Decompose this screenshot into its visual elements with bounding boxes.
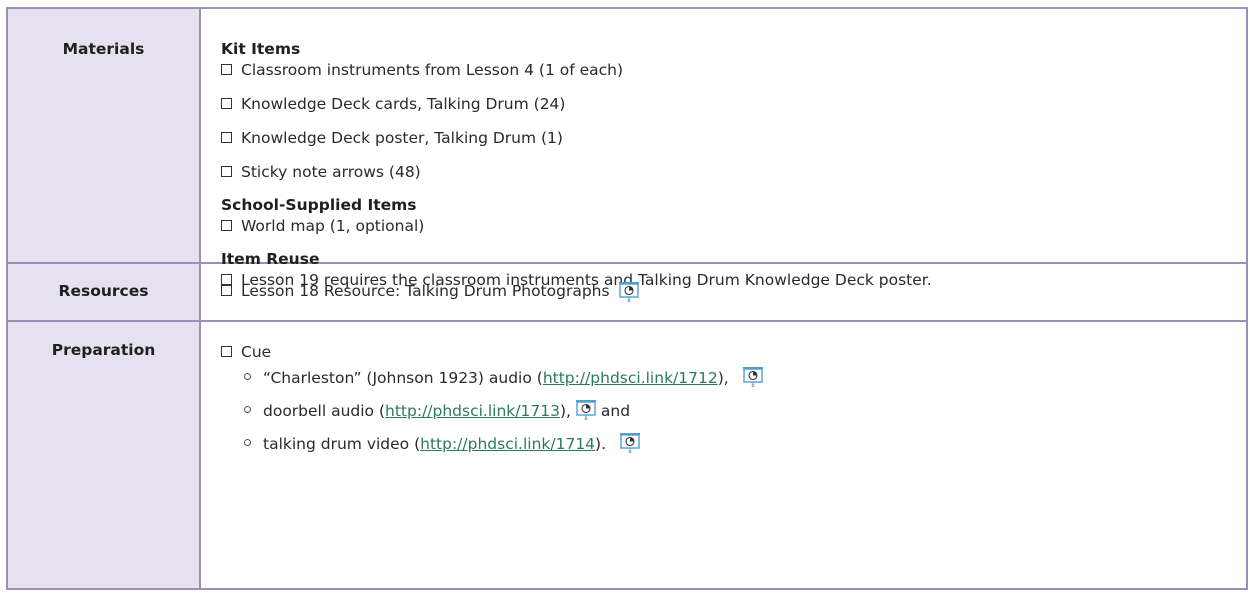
preparation-label: Preparation [8,322,201,588]
resources-label: Resources [8,264,201,320]
school-supplied-item[interactable]: World map (1, optional) [221,215,1230,249]
resource-item-text: Lesson 18 Resource: Talking Drum Photogr… [241,282,610,300]
sub-item-suffix: ), [717,369,729,387]
resources-content: Lesson 18 Resource: Talking Drum Photogr… [201,264,1246,320]
cue-item[interactable]: Cue [221,341,1230,366]
kit-item-text: Sticky note arrows (48) [241,163,421,181]
kit-items-title: Kit Items [221,40,301,58]
bullet-icon [244,373,251,380]
sub-item-trail: and [600,402,631,420]
school-supplied-item-text: World map (1, optional) [241,217,425,235]
sub-item-suffix: ), [559,402,571,420]
sub-item-prefix: talking drum video ( [263,435,421,453]
cue-sub-item: “Charleston” (Johnson 1923) audio (http:… [221,366,1230,399]
checkbox[interactable] [221,220,232,231]
resource-item[interactable]: Lesson 18 Resource: Talking Drum Photogr… [221,280,1230,302]
kit-item-text: Knowledge Deck cards, Talking Drum (24) [241,95,566,113]
school-supplied-title: School-Supplied Items [221,196,417,214]
preparation-row: Preparation Cue “Charleston” (Johnson 19… [8,320,1246,588]
cue-sub-item-text: “Charleston” (Johnson 1923) audio (http:… [263,366,764,388]
sub-item-suffix: ). [595,435,607,453]
audio-link[interactable]: http://phdsci.link/1712 [543,369,718,387]
cue-text: Cue [241,343,272,361]
sub-item-prefix: “Charleston” (Johnson 1923) audio ( [263,369,543,387]
kit-item-text: Knowledge Deck poster, Talking Drum (1) [241,129,563,147]
checkbox[interactable] [221,98,232,109]
projector-icon [618,282,639,302]
preparation-content: Cue “Charleston” (Johnson 1923) audio (h… [201,322,1246,588]
checkbox[interactable] [221,166,232,177]
checkbox[interactable] [221,346,232,357]
resources-row: Resources Lesson 18 Resource: Talking Dr… [8,262,1246,320]
kit-item-text: Classroom instruments from Lesson 4 (1 o… [241,61,624,79]
materials-table: Materials Kit Items Classroom instrument… [6,7,1248,590]
kit-item[interactable]: Classroom instruments from Lesson 4 (1 o… [221,59,1230,93]
materials-content: Kit Items Classroom instruments from Les… [201,9,1246,289]
bullet-icon [244,439,251,446]
checkbox[interactable] [221,64,232,75]
kit-item[interactable]: Knowledge Deck poster, Talking Drum (1) [221,127,1230,161]
checkbox[interactable] [221,132,232,143]
cue-sub-item-text: doorbell audio (http://phdsci.link/1713)… [263,399,630,421]
projector-icon [619,433,640,453]
sub-item-prefix: doorbell audio ( [263,402,386,420]
materials-label: Materials [8,9,201,262]
projector-icon [742,367,763,387]
cue-sub-item-text: talking drum video (http://phdsci.link/1… [263,432,641,454]
kit-item[interactable]: Knowledge Deck cards, Talking Drum (24) [221,93,1230,127]
materials-row: Materials Kit Items Classroom instrument… [8,9,1246,289]
audio-link[interactable]: http://phdsci.link/1713 [385,402,560,420]
cue-sub-item: doorbell audio (http://phdsci.link/1713)… [221,399,1230,432]
projector-icon [575,400,596,420]
kit-item[interactable]: Sticky note arrows (48) [221,161,1230,195]
video-link[interactable]: http://phdsci.link/1714 [420,435,595,453]
checkbox[interactable] [221,285,232,296]
cue-sub-item: talking drum video (http://phdsci.link/1… [221,432,1230,465]
bullet-icon [244,406,251,413]
